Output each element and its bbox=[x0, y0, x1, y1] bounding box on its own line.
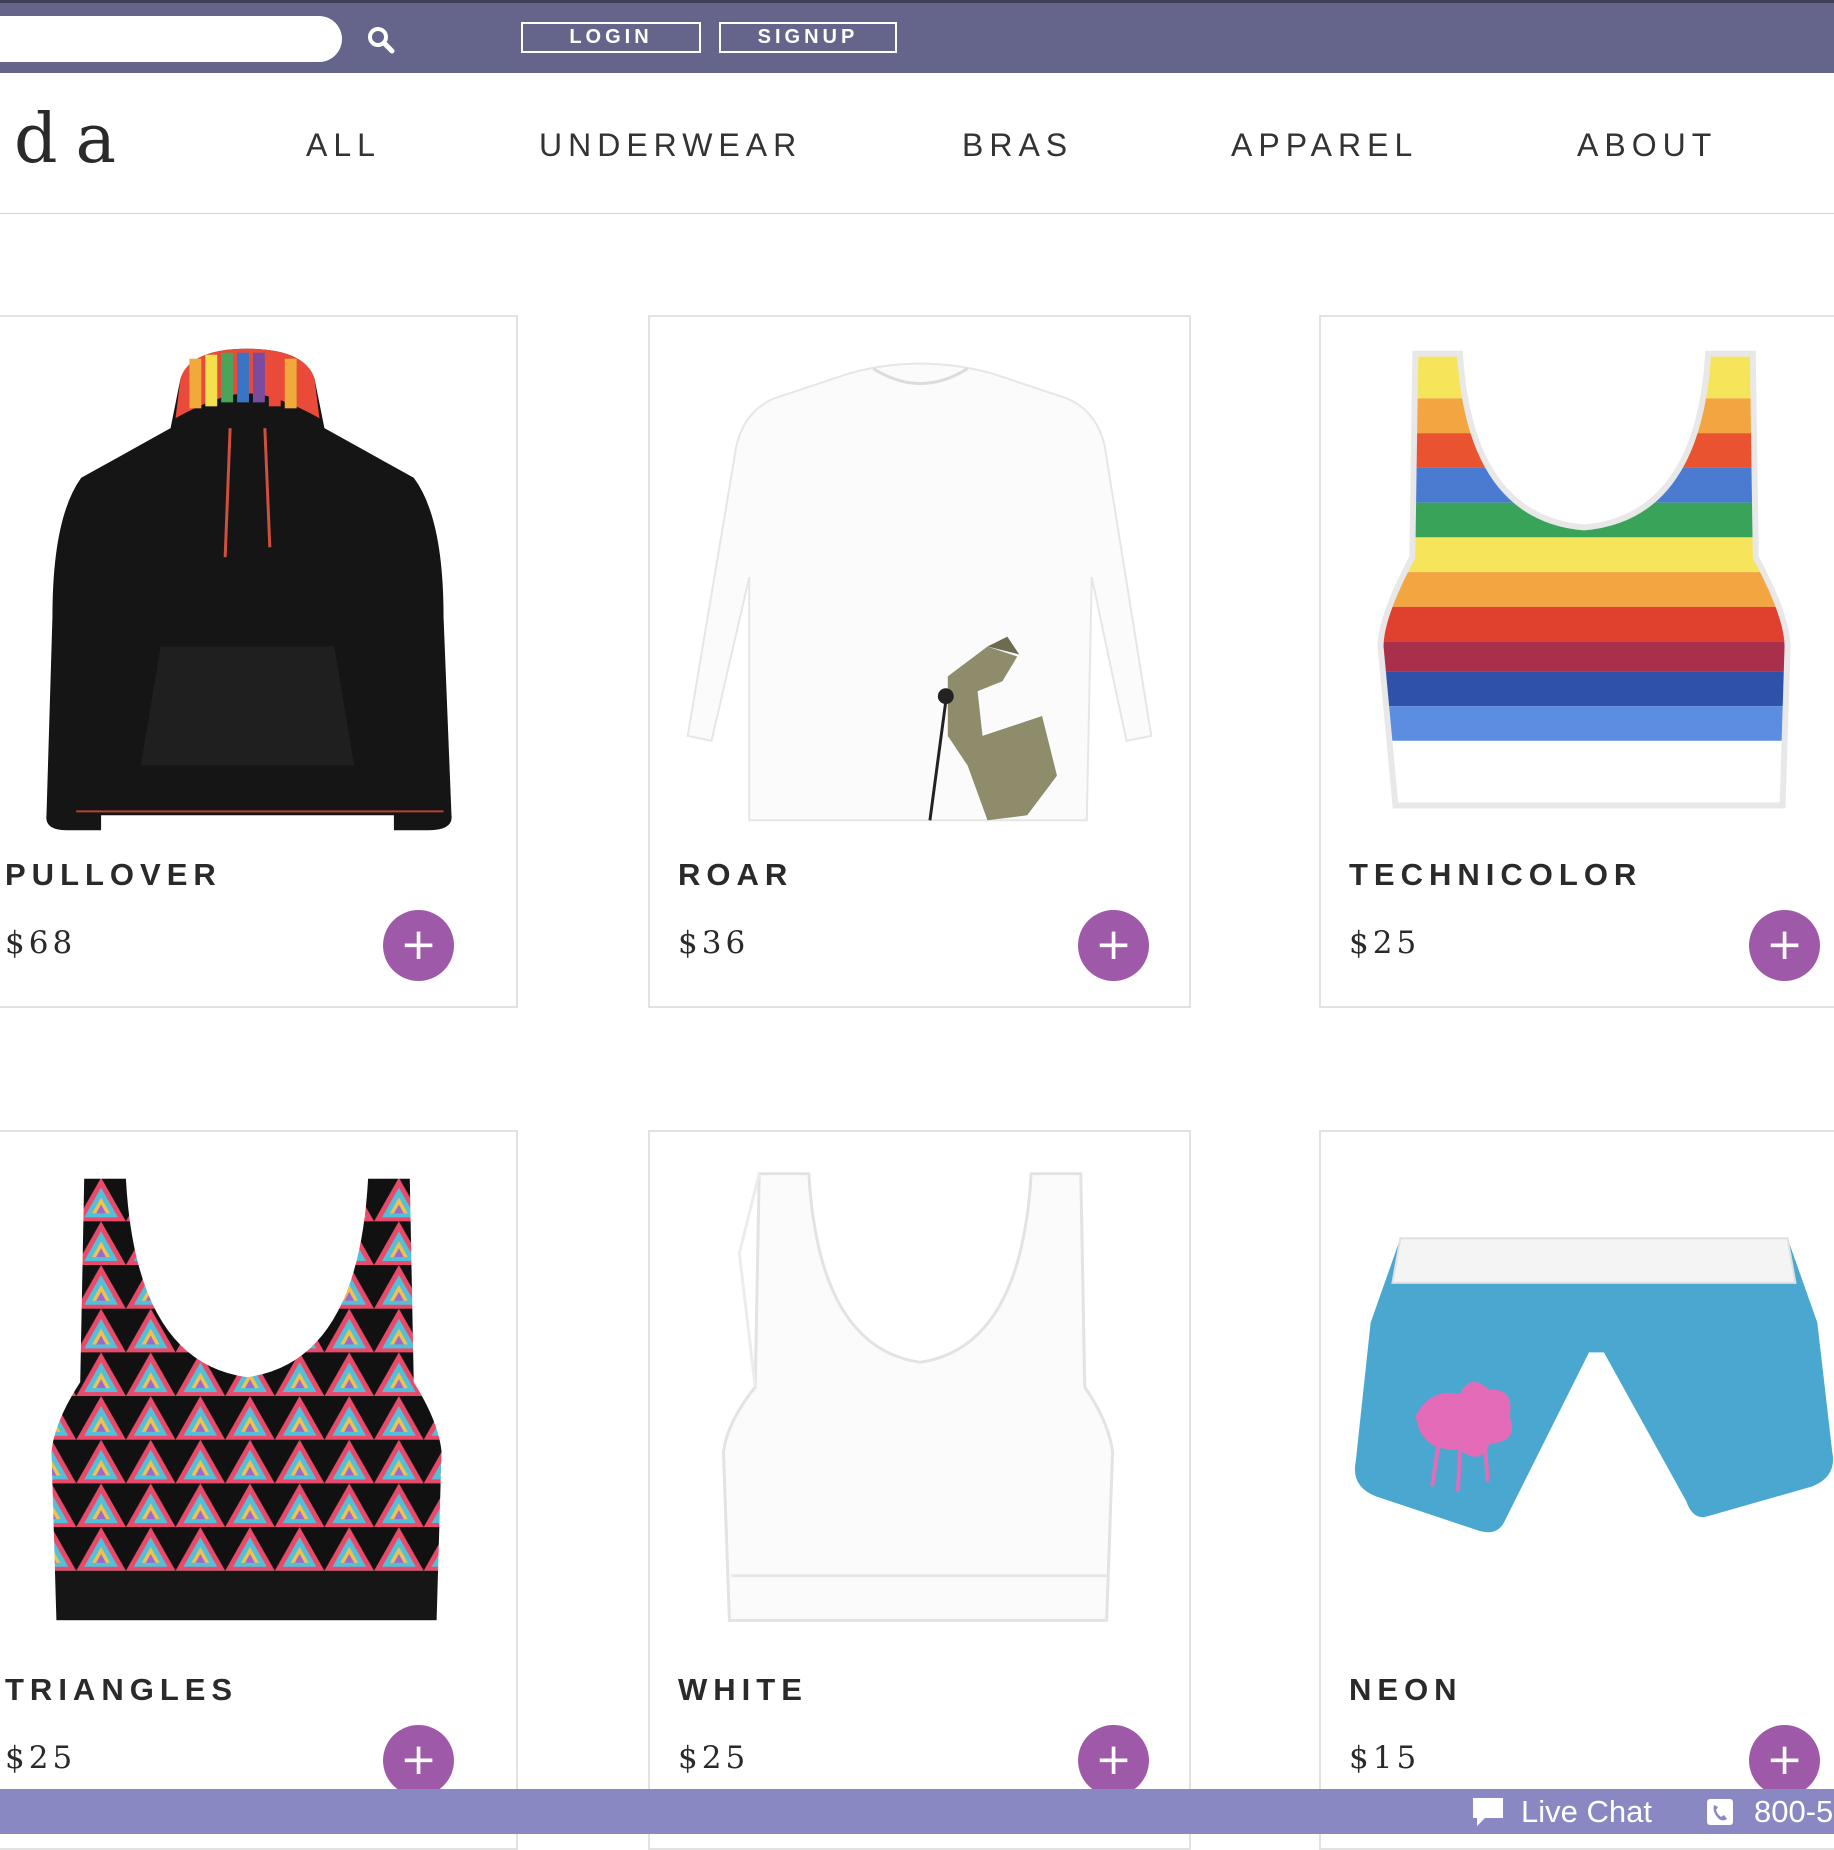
nav-divider bbox=[0, 213, 1834, 214]
product-card-roar[interactable]: ROAR $36 + bbox=[648, 315, 1191, 1008]
add-to-cart-button[interactable]: + bbox=[1078, 1725, 1149, 1796]
product-image-roar bbox=[686, 362, 1153, 822]
nav-item-underwear[interactable]: UNDERWEAR bbox=[539, 125, 802, 165]
phone-number: 800-5 bbox=[1754, 1794, 1834, 1829]
product-name[interactable]: ROAR bbox=[678, 857, 793, 893]
nav-item-apparel[interactable]: APPAREL bbox=[1231, 125, 1418, 165]
login-button[interactable]: LOGIN bbox=[521, 22, 701, 53]
add-to-cart-button[interactable]: + bbox=[383, 910, 454, 981]
add-to-cart-button[interactable]: + bbox=[1749, 910, 1820, 981]
phone-icon bbox=[1707, 1799, 1733, 1825]
product-price: $15 bbox=[1349, 1740, 1421, 1776]
product-image-triangles bbox=[51, 1178, 442, 1621]
product-price: $68 bbox=[5, 925, 77, 961]
add-to-cart-button[interactable]: + bbox=[1078, 910, 1149, 981]
product-name[interactable]: TRIANGLES bbox=[5, 1672, 238, 1708]
product-name[interactable]: TECHNICOLOR bbox=[1349, 857, 1642, 893]
product-card-white[interactable]: WHITE $25 + bbox=[648, 1130, 1191, 1850]
live-chat-button[interactable]: Live Chat bbox=[1471, 1793, 1652, 1831]
phone-link[interactable]: 800-5 bbox=[1706, 1793, 1833, 1831]
chat-bubble-icon bbox=[1473, 1798, 1503, 1826]
top-bar: LOGIN SIGNUP bbox=[0, 0, 1834, 73]
search-icon[interactable] bbox=[366, 25, 396, 55]
product-card-neon[interactable]: NEON $15 + bbox=[1319, 1130, 1834, 1850]
product-image-white bbox=[721, 1172, 1115, 1622]
product-card-technicolor[interactable]: TECHNICOLOR $25 + bbox=[1319, 315, 1834, 1008]
nav-item-about[interactable]: ABOUT bbox=[1577, 125, 1717, 165]
add-to-cart-button[interactable]: + bbox=[1749, 1725, 1820, 1796]
product-card-pullover[interactable]: PULLOVER $68 + bbox=[0, 315, 518, 1008]
product-name[interactable]: NEON bbox=[1349, 1672, 1463, 1708]
signup-button[interactable]: SIGNUP bbox=[719, 22, 897, 53]
nav-item-all[interactable]: ALL bbox=[306, 125, 381, 165]
product-name[interactable]: PULLOVER bbox=[5, 857, 222, 893]
add-to-cart-button[interactable]: + bbox=[383, 1725, 454, 1796]
product-image-technicolor bbox=[1377, 350, 1791, 809]
product-price: $25 bbox=[678, 1740, 750, 1776]
nav-item-bras[interactable]: BRAS bbox=[962, 125, 1073, 165]
product-price: $25 bbox=[5, 1740, 77, 1776]
bottom-bar: Live Chat 800-5 bbox=[0, 1789, 1834, 1834]
search-input[interactable] bbox=[0, 16, 342, 62]
product-price: $25 bbox=[1349, 925, 1421, 961]
live-chat-label: Live Chat bbox=[1521, 1794, 1652, 1829]
product-image-pullover bbox=[46, 348, 452, 831]
product-name[interactable]: WHITE bbox=[678, 1672, 808, 1708]
product-price: $36 bbox=[678, 925, 750, 961]
brand-logo[interactable]: da bbox=[14, 100, 134, 180]
product-image-neon bbox=[1354, 1237, 1834, 1533]
product-card-triangles[interactable]: TRIANGLES $25 + bbox=[0, 1130, 518, 1850]
